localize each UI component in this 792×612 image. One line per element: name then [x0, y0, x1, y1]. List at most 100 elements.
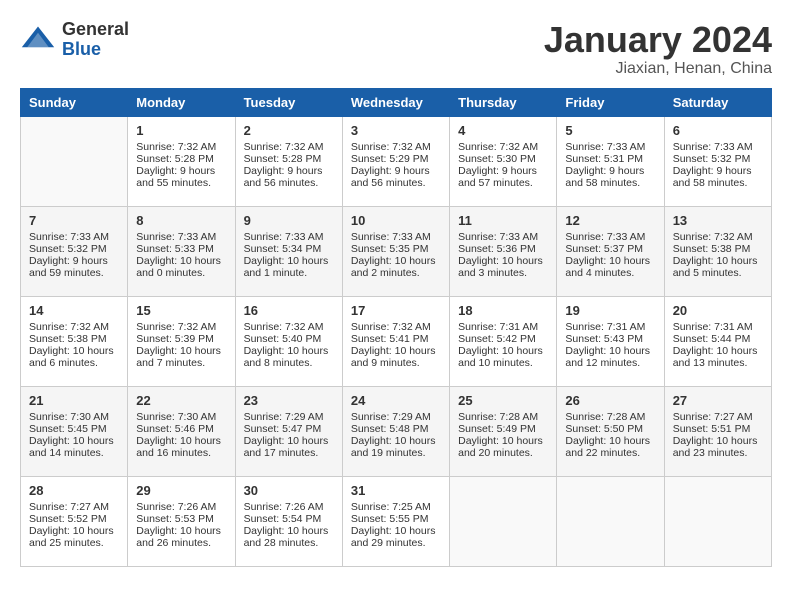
daylight-text: Daylight: 10 hours and 10 minutes.: [458, 345, 548, 369]
sunset-text: Sunset: 5:33 PM: [136, 243, 226, 255]
calendar-header: SundayMondayTuesdayWednesdayThursdayFrid…: [21, 88, 772, 116]
calendar-cell: 9Sunrise: 7:33 AMSunset: 5:34 PMDaylight…: [235, 206, 342, 296]
sunset-text: Sunset: 5:54 PM: [244, 513, 334, 525]
sunrise-text: Sunrise: 7:26 AM: [244, 501, 334, 513]
day-number: 21: [29, 393, 119, 408]
daylight-text: Daylight: 10 hours and 12 minutes.: [565, 345, 655, 369]
logo-text: General Blue: [62, 20, 129, 60]
sunrise-text: Sunrise: 7:32 AM: [29, 321, 119, 333]
day-number: 5: [565, 123, 655, 138]
logo: General Blue: [20, 20, 129, 60]
sunrise-text: Sunrise: 7:27 AM: [29, 501, 119, 513]
calendar-body: 1 Sunrise: 7:32 AM Sunset: 5:28 PM Daylight…: [21, 116, 772, 566]
calendar-cell: [21, 116, 128, 206]
day-number: 3: [351, 123, 441, 138]
header-cell-wednesday: Wednesday: [342, 88, 449, 116]
calendar-cell: 20Sunrise: 7:31 AMSunset: 5:44 PMDayligh…: [664, 296, 771, 386]
sunrise-text: Sunrise: 7:33 AM: [136, 231, 226, 243]
sunrise-text: Sunrise: 7:28 AM: [458, 411, 548, 423]
sunrise-text: Sunrise: 7:33 AM: [29, 231, 119, 243]
sunset-text: Sunset: 5:46 PM: [136, 423, 226, 435]
daylight-text: Daylight: 10 hours and 4 minutes.: [565, 255, 655, 279]
day-number: 27: [673, 393, 763, 408]
daylight-text: Daylight: 10 hours and 22 minutes.: [565, 435, 655, 459]
calendar-cell: 5Sunrise: 7:33 AMSunset: 5:31 PMDaylight…: [557, 116, 664, 206]
sunrise-text: Sunrise: 7:32 AM: [244, 141, 334, 153]
calendar-cell: 3Sunrise: 7:32 AMSunset: 5:29 PMDaylight…: [342, 116, 449, 206]
sunrise-text: Sunrise: 7:33 AM: [458, 231, 548, 243]
calendar-cell: 11Sunrise: 7:33 AMSunset: 5:36 PMDayligh…: [450, 206, 557, 296]
calendar-cell: 28Sunrise: 7:27 AMSunset: 5:52 PMDayligh…: [21, 476, 128, 566]
calendar-cell: 25Sunrise: 7:28 AMSunset: 5:49 PMDayligh…: [450, 386, 557, 476]
header-cell-sunday: Sunday: [21, 88, 128, 116]
sunset-text: Sunset: 5:31 PM: [565, 153, 655, 165]
calendar-cell: 26Sunrise: 7:28 AMSunset: 5:50 PMDayligh…: [557, 386, 664, 476]
header-row: SundayMondayTuesdayWednesdayThursdayFrid…: [21, 88, 772, 116]
calendar-cell: 1Sunrise: 7:32 AMSunset: 5:28 PMDaylight…: [128, 116, 235, 206]
daylight-text: Daylight: 10 hours and 16 minutes.: [136, 435, 226, 459]
calendar-cell: 15Sunrise: 7:32 AMSunset: 5:39 PMDayligh…: [128, 296, 235, 386]
title-block: January 2024 Jiaxian, Henan, China: [544, 20, 772, 78]
page-header: General Blue January 2024 Jiaxian, Henan…: [20, 20, 772, 78]
sunset-text: Sunset: 5:32 PM: [29, 243, 119, 255]
daylight-text: Daylight: 10 hours and 6 minutes.: [29, 345, 119, 369]
header-cell-saturday: Saturday: [664, 88, 771, 116]
day-number: 29: [136, 483, 226, 498]
sunrise-text: Sunrise: 7:32 AM: [351, 321, 441, 333]
calendar-cell: 22Sunrise: 7:30 AMSunset: 5:46 PMDayligh…: [128, 386, 235, 476]
sunrise-text: Sunrise: 7:26 AM: [136, 501, 226, 513]
daylight-text: Daylight: 10 hours and 29 minutes.: [351, 525, 441, 549]
sunrise-text: Sunrise: 7:32 AM: [136, 321, 226, 333]
day-number: 26: [565, 393, 655, 408]
calendar-cell: 23Sunrise: 7:29 AMSunset: 5:47 PMDayligh…: [235, 386, 342, 476]
sunrise-text: Sunrise: 7:30 AM: [29, 411, 119, 423]
daylight-text: Daylight: 9 hours and 56 minutes.: [244, 165, 334, 189]
calendar-table: SundayMondayTuesdayWednesdayThursdayFrid…: [20, 88, 772, 567]
daylight-text: Daylight: 10 hours and 2 minutes.: [351, 255, 441, 279]
sunrise-text: Sunrise: 7:33 AM: [244, 231, 334, 243]
day-number: 2: [244, 123, 334, 138]
sunset-text: Sunset: 5:40 PM: [244, 333, 334, 345]
daylight-text: Daylight: 10 hours and 14 minutes.: [29, 435, 119, 459]
daylight-text: Daylight: 9 hours and 58 minutes.: [673, 165, 763, 189]
sunset-text: Sunset: 5:39 PM: [136, 333, 226, 345]
calendar-cell: 2Sunrise: 7:32 AMSunset: 5:28 PMDaylight…: [235, 116, 342, 206]
week-row-4: 21Sunrise: 7:30 AMSunset: 5:45 PMDayligh…: [21, 386, 772, 476]
sunset-text: Sunset: 5:35 PM: [351, 243, 441, 255]
logo-general-text: General: [62, 20, 129, 40]
sunset-text: Sunset: 5:44 PM: [673, 333, 763, 345]
calendar-cell: 27Sunrise: 7:27 AMSunset: 5:51 PMDayligh…: [664, 386, 771, 476]
calendar-cell: 21 Sunrise: 7:30 AMSunset: 5:45 PMDayligh…: [21, 386, 128, 476]
day-number: 1: [136, 123, 226, 138]
day-number: 8: [136, 213, 226, 228]
calendar-cell: 19Sunrise: 7:31 AMSunset: 5:43 PMDayligh…: [557, 296, 664, 386]
calendar-cell: 6Sunrise: 7:33 AMSunset: 5:32 PMDaylight…: [664, 116, 771, 206]
sunset-text: Sunset: 5:38 PM: [673, 243, 763, 255]
sunset-text: Sunset: 5:29 PM: [351, 153, 441, 165]
week-row-2: 7Sunrise: 7:33 AMSunset: 5:32 PMDaylight…: [21, 206, 772, 296]
daylight-text: Daylight: 10 hours and 1 minute.: [244, 255, 334, 279]
sunrise-text: Sunrise: 7:32 AM: [351, 141, 441, 153]
sunset-text: Sunset: 5:45 PM: [29, 423, 119, 435]
daylight-text: Daylight: 10 hours and 0 minutes.: [136, 255, 226, 279]
sunrise-text: Sunrise: 7:29 AM: [244, 411, 334, 423]
sunset-text: Sunset: 5:28 PM: [136, 153, 226, 165]
day-number: 17: [351, 303, 441, 318]
header-cell-thursday: Thursday: [450, 88, 557, 116]
sunset-text: Sunset: 5:48 PM: [351, 423, 441, 435]
calendar-cell: 30Sunrise: 7:26 AMSunset: 5:54 PMDayligh…: [235, 476, 342, 566]
daylight-text: Daylight: 10 hours and 25 minutes.: [29, 525, 119, 549]
calendar-cell: 18Sunrise: 7:31 AMSunset: 5:42 PMDayligh…: [450, 296, 557, 386]
sunset-text: Sunset: 5:50 PM: [565, 423, 655, 435]
day-number: 6: [673, 123, 763, 138]
daylight-text: Daylight: 10 hours and 13 minutes.: [673, 345, 763, 369]
day-number: 9: [244, 213, 334, 228]
sunset-text: Sunset: 5:53 PM: [136, 513, 226, 525]
daylight-text: Daylight: 10 hours and 9 minutes.: [351, 345, 441, 369]
day-number: 4: [458, 123, 548, 138]
sunset-text: Sunset: 5:38 PM: [29, 333, 119, 345]
logo-blue-text: Blue: [62, 40, 129, 60]
week-row-1: 1 Sunrise: 7:32 AM Sunset: 5:28 PM Daylight…: [21, 116, 772, 206]
day-number: 19: [565, 303, 655, 318]
sunrise-text: Sunrise: 7:33 AM: [351, 231, 441, 243]
